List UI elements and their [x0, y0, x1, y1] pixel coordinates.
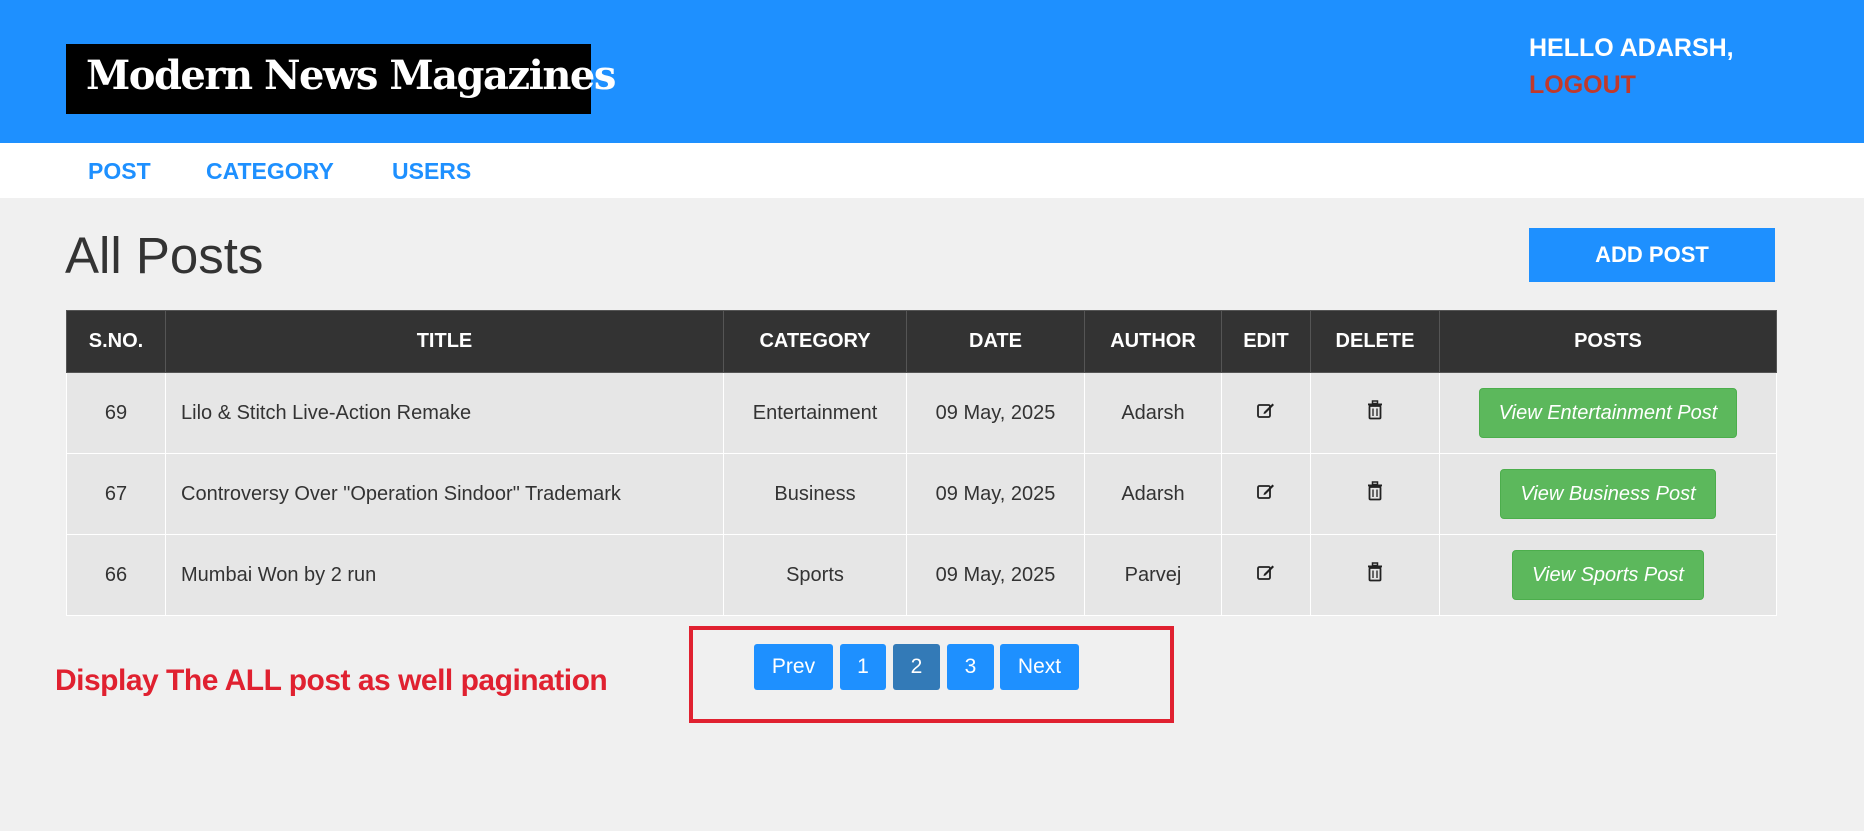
nav-item-users[interactable]: USERS: [392, 157, 471, 185]
cell-delete: [1310, 372, 1440, 454]
logout-link[interactable]: LOGOUT: [1529, 71, 1636, 99]
site-logo[interactable]: Modern News Magazines: [66, 44, 616, 114]
cell-category: Sports: [723, 534, 907, 616]
pagination-prev-button[interactable]: Prev: [754, 644, 833, 690]
cell-sno: 66: [66, 534, 166, 616]
pagination-next-button[interactable]: Next: [1000, 644, 1079, 690]
table-row: 67 Controversy Over "Operation Sindoor" …: [66, 453, 1777, 535]
column-header-author: AUTHOR: [1084, 310, 1222, 373]
pagination-page-1[interactable]: 1: [840, 644, 886, 690]
trash-icon[interactable]: [1366, 400, 1384, 426]
column-header-sno: S.NO.: [66, 310, 166, 373]
site-header: Modern News Magazines HELLO ADARSH, LOGO…: [0, 0, 1864, 143]
main-nav: POST CATEGORY USERS: [0, 143, 1864, 198]
trash-icon[interactable]: [1366, 481, 1384, 507]
cell-category: Entertainment: [723, 372, 907, 454]
user-greeting: HELLO ADARSH,: [1529, 34, 1734, 62]
column-header-delete: DELETE: [1310, 310, 1440, 373]
page-title: All Posts: [65, 227, 264, 284]
posts-table: S.NO. TITLE CATEGORY DATE AUTHOR EDIT DE…: [66, 310, 1777, 616]
cell-posts: View Business Post: [1439, 453, 1777, 535]
view-post-button[interactable]: View Entertainment Post: [1478, 388, 1738, 438]
cell-posts: View Entertainment Post: [1439, 372, 1777, 454]
edit-icon[interactable]: [1256, 481, 1276, 507]
cell-author: Adarsh: [1084, 372, 1222, 454]
cell-edit: [1221, 534, 1311, 616]
edit-icon[interactable]: [1256, 400, 1276, 426]
cell-title: Mumbai Won by 2 run: [165, 534, 724, 616]
cell-delete: [1310, 534, 1440, 616]
cell-edit: [1221, 372, 1311, 454]
view-post-button[interactable]: View Sports Post: [1512, 550, 1704, 600]
table-row: 69 Lilo & Stitch Live-Action Remake Ente…: [66, 372, 1777, 454]
cell-author: Parvej: [1084, 534, 1222, 616]
nav-item-category[interactable]: CATEGORY: [206, 157, 334, 185]
cell-sno: 69: [66, 372, 166, 454]
cell-date: 09 May, 2025: [906, 372, 1085, 454]
view-post-button[interactable]: View Business Post: [1500, 469, 1716, 519]
cell-date: 09 May, 2025: [906, 453, 1085, 535]
column-header-title: TITLE: [165, 310, 724, 373]
cell-category: Business: [723, 453, 907, 535]
cell-date: 09 May, 2025: [906, 534, 1085, 616]
pagination-page-3[interactable]: 3: [947, 644, 994, 690]
annotation-text: Display The ALL post as well pagination: [55, 664, 608, 697]
cell-edit: [1221, 453, 1311, 535]
pagination-page-2[interactable]: 2: [893, 644, 940, 690]
cell-title: Lilo & Stitch Live-Action Remake: [165, 372, 724, 454]
trash-icon[interactable]: [1366, 562, 1384, 588]
nav-item-post[interactable]: POST: [88, 157, 151, 185]
column-header-category: CATEGORY: [723, 310, 907, 373]
column-header-date: DATE: [906, 310, 1085, 373]
table-row: 66 Mumbai Won by 2 run Sports 09 May, 20…: [66, 534, 1777, 616]
edit-icon[interactable]: [1256, 562, 1276, 588]
column-header-edit: EDIT: [1221, 310, 1311, 373]
column-header-posts: POSTS: [1439, 310, 1777, 373]
main-content: All Posts ADD POST S.NO. TITLE CATEGORY …: [0, 198, 1864, 831]
table-header-row: S.NO. TITLE CATEGORY DATE AUTHOR EDIT DE…: [66, 310, 1777, 373]
cell-author: Adarsh: [1084, 453, 1222, 535]
cell-title: Controversy Over "Operation Sindoor" Tra…: [165, 453, 724, 535]
site-logo-text: Modern News Magazines: [86, 52, 616, 99]
cell-delete: [1310, 453, 1440, 535]
add-post-button[interactable]: ADD POST: [1529, 228, 1775, 282]
cell-posts: View Sports Post: [1439, 534, 1777, 616]
cell-sno: 67: [66, 453, 166, 535]
